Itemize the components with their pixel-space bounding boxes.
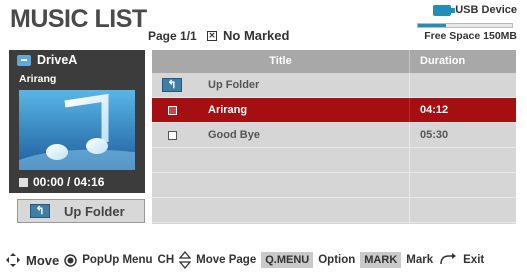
list-item-arirang[interactable]: Arirang 04:12 bbox=[152, 98, 516, 123]
playback-time: 00:00 / 04:16 bbox=[33, 175, 105, 189]
marked-label: No Marked bbox=[223, 28, 290, 43]
option-label: Option bbox=[318, 254, 356, 266]
now-playing-panel: ▬ DriveA Arirang 00:00 / 04:16 bbox=[9, 50, 145, 193]
list-item-up-folder[interactable]: ↰ Up Folder bbox=[152, 73, 516, 98]
page-title: MUSIC LIST bbox=[10, 5, 147, 33]
mark-label: Mark bbox=[406, 254, 434, 266]
up-folder-icon: ↰ bbox=[30, 204, 50, 218]
mark-key-badge: MARK bbox=[360, 252, 402, 268]
list-item-duration: 05:30 bbox=[409, 123, 516, 147]
empty-row bbox=[152, 198, 516, 223]
column-header-duration: Duration bbox=[409, 50, 516, 73]
list-item-duration bbox=[409, 73, 516, 97]
back-exit-icon bbox=[438, 253, 458, 267]
drive-label: DriveA bbox=[37, 53, 78, 67]
list-header: Title Duration bbox=[152, 50, 516, 73]
move-arrows-icon bbox=[5, 252, 21, 268]
list-item-title: Good Bye bbox=[208, 129, 260, 141]
up-folder-icon: ↰ bbox=[162, 78, 182, 92]
current-song-label: Arirang bbox=[19, 73, 57, 85]
move-page-label: Move Page bbox=[196, 254, 257, 266]
usb-label: USB Device bbox=[455, 4, 517, 16]
page-indicator: Page 1/1 bbox=[148, 29, 197, 43]
list-item-title: Up Folder bbox=[208, 79, 260, 91]
popup-menu-label: PopUp Menu bbox=[82, 254, 153, 266]
mark-checkbox[interactable] bbox=[167, 130, 177, 140]
column-header-title: Title bbox=[269, 55, 292, 67]
move-label: Move bbox=[26, 252, 60, 268]
empty-row bbox=[152, 148, 516, 173]
free-space-label: Free Space 150MB bbox=[424, 30, 517, 42]
stop-icon bbox=[19, 177, 28, 187]
empty-row bbox=[152, 173, 516, 198]
ch-label: CH bbox=[157, 254, 175, 266]
footer-key-guide: Move PopUp Menu CH Move Page Q.MENU Opti… bbox=[5, 250, 527, 270]
list-item-title: Arirang bbox=[208, 104, 248, 116]
mark-checkbox[interactable] bbox=[167, 105, 177, 115]
channel-updown-icon bbox=[179, 251, 192, 269]
storage-bar bbox=[417, 23, 513, 28]
storage-bar-fill bbox=[418, 24, 447, 27]
qmenu-key-badge: Q.MENU bbox=[261, 252, 314, 268]
ok-button-icon bbox=[64, 253, 77, 267]
exit-label: Exit bbox=[463, 254, 485, 266]
marked-status: ✕ No Marked bbox=[207, 28, 289, 43]
drive-icon: ▬ bbox=[17, 54, 31, 66]
usb-icon bbox=[433, 4, 456, 16]
list-item-duration: 04:12 bbox=[409, 98, 516, 122]
usb-device-info: USB Device Free Space 150MB bbox=[407, 4, 517, 46]
up-folder-button[interactable]: ↰ Up Folder bbox=[17, 199, 145, 223]
music-file-list: Title Duration ↰ Up Folder Arirang 04:12… bbox=[152, 50, 516, 224]
up-folder-button-label: Up Folder bbox=[64, 203, 125, 219]
checkbox-icon: ✕ bbox=[207, 30, 217, 41]
list-item-good-bye[interactable]: Good Bye 05:30 bbox=[152, 123, 516, 148]
